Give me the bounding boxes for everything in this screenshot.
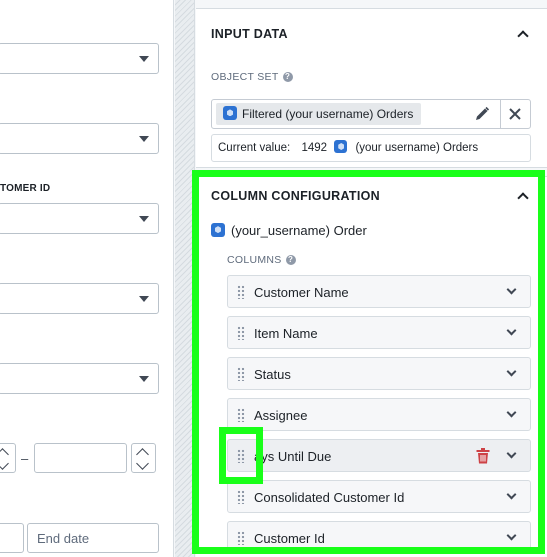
select-field-4[interactable] [0,283,159,314]
chevron-up-icon[interactable] [517,192,529,204]
column-row-hovered[interactable]: ays Until Due [227,439,531,472]
object-type-title: (your_username) Order [211,223,367,238]
caret-down-icon [139,136,149,142]
drag-handle-icon[interactable] [237,367,245,381]
drag-handle-icon[interactable] [237,326,245,340]
select-field-5[interactable] [0,363,159,394]
divider [500,100,501,128]
column-row[interactable]: Consolidated Customer Id [227,480,531,513]
drag-handle-icon[interactable] [237,490,245,504]
customer-id-select[interactable] [0,203,159,234]
column-row[interactable]: Item Name [227,316,531,349]
section-title: COLUMN CONFIGURATION [211,189,380,203]
current-value-box: Current value: 1492 (your username) Orde… [211,134,531,162]
chevron-down-icon[interactable] [506,284,517,295]
form-panel: TOMER ID – End date [0,0,174,557]
current-value-label: Current value: [218,142,291,154]
pencil-icon[interactable] [474,106,490,122]
trash-icon[interactable] [476,448,490,464]
chevron-down-icon[interactable] [506,530,517,541]
select-field-1[interactable] [0,43,159,74]
column-label: Assignee [254,408,308,423]
chevron-down-icon[interactable] [136,457,149,470]
column-label: ays Until Due [254,449,332,464]
select-field-2[interactable] [0,123,159,154]
range-max-stepper[interactable] [131,443,156,473]
section-title: INPUT DATA [211,27,288,41]
column-row[interactable]: Assignee [227,398,531,431]
object-set-tag[interactable]: Filtered (your username) Orders [216,103,422,125]
object-set-label: OBJECT SET? [211,71,293,83]
cube-icon [223,106,237,121]
range-max-input[interactable] [34,443,127,473]
range-separator: – [21,451,29,466]
columns-label: COLUMNS? [227,254,296,266]
column-label: Customer Id [254,531,325,546]
caret-down-icon [139,296,149,302]
resize-gutter[interactable] [175,0,195,557]
help-icon[interactable]: ? [285,255,296,266]
range-min-stepper[interactable] [0,443,16,473]
column-label: Customer Name [254,285,349,300]
chevron-down-icon[interactable] [0,457,9,470]
caret-down-icon [139,216,149,222]
chevron-down-icon[interactable] [506,366,517,377]
input-data-section: INPUT DATA OBJECT SET? Filtered (your us… [196,8,547,168]
start-date-input[interactable] [0,523,24,553]
column-row[interactable]: Customer Name [227,275,531,308]
end-date-input[interactable]: End date [27,523,159,553]
customer-id-label: TOMER ID [0,183,51,194]
drag-handle-highlight [219,427,263,484]
cube-icon [211,223,225,238]
column-row[interactable]: Status [227,357,531,390]
caret-down-icon [139,376,149,382]
chevron-up-icon[interactable] [517,30,529,42]
chevron-down-icon[interactable] [506,325,517,336]
object-set-input[interactable]: Filtered (your username) Orders [211,99,531,129]
close-icon[interactable] [508,107,522,121]
column-label: Item Name [254,326,318,341]
column-row[interactable]: Customer Id [227,521,531,554]
help-icon[interactable]: ? [282,72,293,83]
chevron-down-icon[interactable] [506,448,517,459]
caret-down-icon [139,56,149,62]
drag-handle-icon[interactable] [237,531,245,545]
chevron-down-icon[interactable] [506,407,517,418]
drag-handle-icon[interactable] [237,285,245,299]
cube-icon [334,139,348,153]
column-label: Consolidated Customer Id [254,490,405,505]
drag-handle-icon[interactable] [237,408,245,422]
column-label: Status [254,367,291,382]
current-value-object: (your username) Orders [355,142,479,154]
current-value-count: 1492 [301,142,328,154]
chevron-down-icon[interactable] [506,489,517,500]
